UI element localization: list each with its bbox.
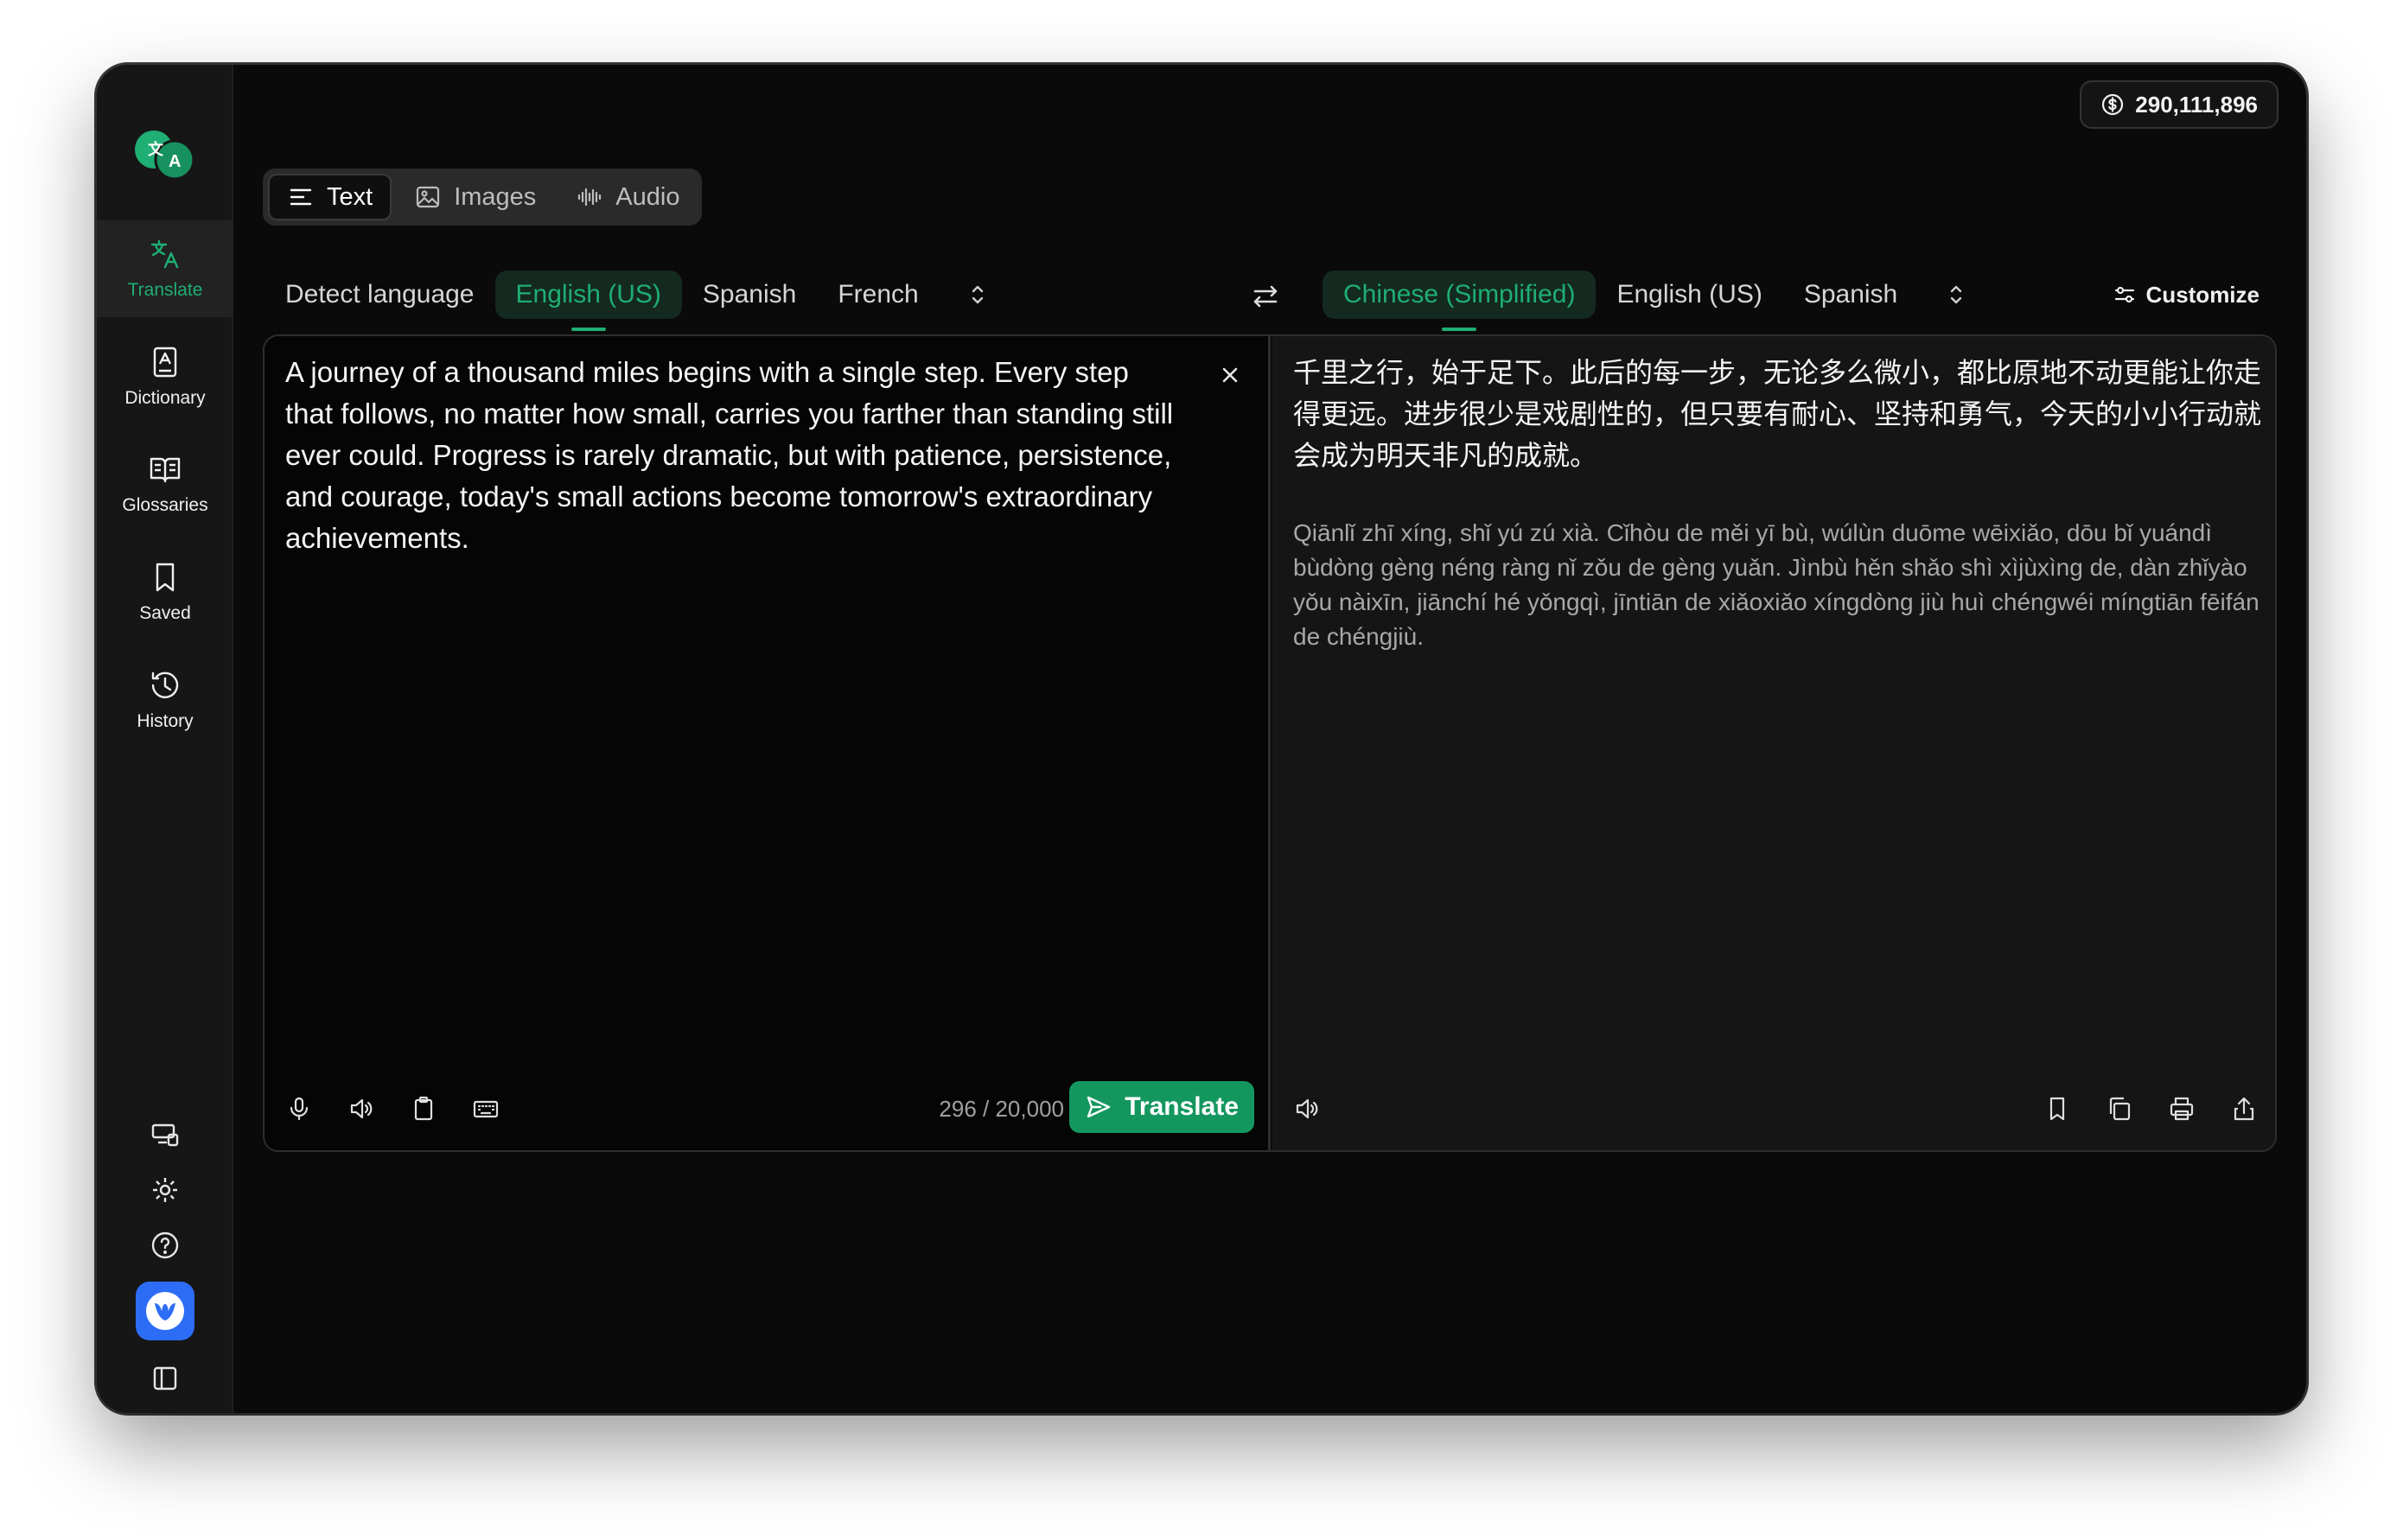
translated-text: 千里之行，始于足下。此后的每一步，无论多么微小，都比原地不动更能让你走得更远。进… [1293,356,2262,472]
tab-label: Text [327,182,373,211]
tab-label: Audio [615,182,680,211]
clipboard-icon[interactable] [408,1093,439,1124]
translate-label: Translate [1125,1092,1239,1121]
sidebar-item-label: History [137,711,194,731]
tab-images[interactable]: Images [397,174,553,220]
tab-label: Images [454,182,537,211]
history-icon [151,671,179,698]
sidebar-item-dictionary[interactable]: Dictionary [97,328,233,425]
dictionary-icon [153,347,177,378]
app-window: 文 A Translate Dictionary Glossaries Save… [97,65,2306,1413]
sidebar-item-saved[interactable]: Saved [97,544,233,640]
sidebar-toggle-icon[interactable] [148,1361,182,1396]
sidebar: 文 A Translate Dictionary Glossaries Save… [97,65,233,1413]
source-language-bar: Detect language English (US) Spanish Fre… [265,270,995,331]
sidebar-item-label: Glossaries [122,495,208,515]
sidebar-item-label: Translate [127,280,203,300]
lang-french[interactable]: French [817,270,939,319]
sidebar-item-history[interactable]: History [97,652,233,748]
customize-button[interactable]: Customize [2113,276,2260,314]
sliders-icon [2114,286,2134,303]
copy-icon[interactable] [2104,1093,2135,1124]
lang-spanish[interactable]: Spanish [682,270,817,319]
credits-value: 290,111,896 [2135,91,2258,118]
send-icon [1087,1096,1111,1118]
help-icon[interactable] [148,1228,182,1263]
app-logo-icon: 文 A [135,130,195,181]
share-icon[interactable] [2228,1093,2260,1124]
app-avatar-icon[interactable] [136,1282,194,1340]
sidebar-item-label: Saved [139,603,191,623]
microphone-icon[interactable] [284,1093,315,1124]
lang-english-us[interactable]: English (US) [494,270,682,331]
translation-panel: A journey of a thousand miles begins wit… [263,334,2277,1152]
sidebar-item-translate[interactable]: Translate [97,220,233,317]
character-count: 296 / 20,000 [939,1096,1064,1122]
source-text-input[interactable]: A journey of a thousand miles begins wit… [285,352,1184,559]
source-pane: A journey of a thousand miles begins wit… [265,336,1271,1150]
tab-text[interactable]: Text [268,174,392,220]
gear-icon[interactable] [148,1173,182,1207]
swap-languages-icon[interactable] [1248,279,1283,314]
devices-icon[interactable] [148,1117,182,1152]
lang-spanish[interactable]: Spanish [1783,270,1918,319]
print-icon[interactable] [2166,1093,2197,1124]
pinyin-text: Qiānlǐ zhī xíng, shǐ yú zú xià. Cǐhòu de… [1293,519,2260,650]
target-language-bar: Chinese (Simplified) English (US) Spanis… [1323,270,1973,331]
lang-detect[interactable]: Detect language [265,270,495,319]
sidebar-item-label: Dictionary [124,388,206,408]
bookmark-icon[interactable] [2042,1093,2073,1124]
bookmark-icon [156,563,175,592]
dollar-circle-icon [2102,93,2124,116]
chevron-up-down-icon[interactable] [1939,277,1973,312]
speaker-icon[interactable] [1291,1093,1323,1124]
customize-label: Customize [2145,281,2260,308]
book-open-icon [150,457,181,483]
svg-text:A: A [169,152,181,171]
sidebar-item-glossaries[interactable]: Glossaries [97,436,233,532]
keyboard-icon[interactable] [470,1093,501,1124]
text-lines-icon [290,188,312,206]
translate-icon [150,239,179,269]
close-icon[interactable] [1215,360,1245,390]
speaker-icon[interactable] [346,1093,377,1124]
translate-button[interactable]: Translate [1069,1081,1254,1133]
mode-tabs: Text Images Audio [263,169,703,226]
waveform-icon [578,188,602,207]
target-pane: 千里之行，始于足下。此后的每一步，无论多么微小，都比原地不动更能让你走得更远。进… [1272,336,2275,1150]
lang-chinese-simplified[interactable]: Chinese (Simplified) [1323,270,1597,331]
image-icon [417,186,440,208]
tab-audio[interactable]: Audio [558,174,697,220]
svg-text:文: 文 [148,140,164,159]
credits-badge[interactable]: 290,111,896 [2080,80,2279,129]
lang-english-us[interactable]: English (US) [1596,270,1782,319]
chevron-up-down-icon[interactable] [960,277,995,312]
